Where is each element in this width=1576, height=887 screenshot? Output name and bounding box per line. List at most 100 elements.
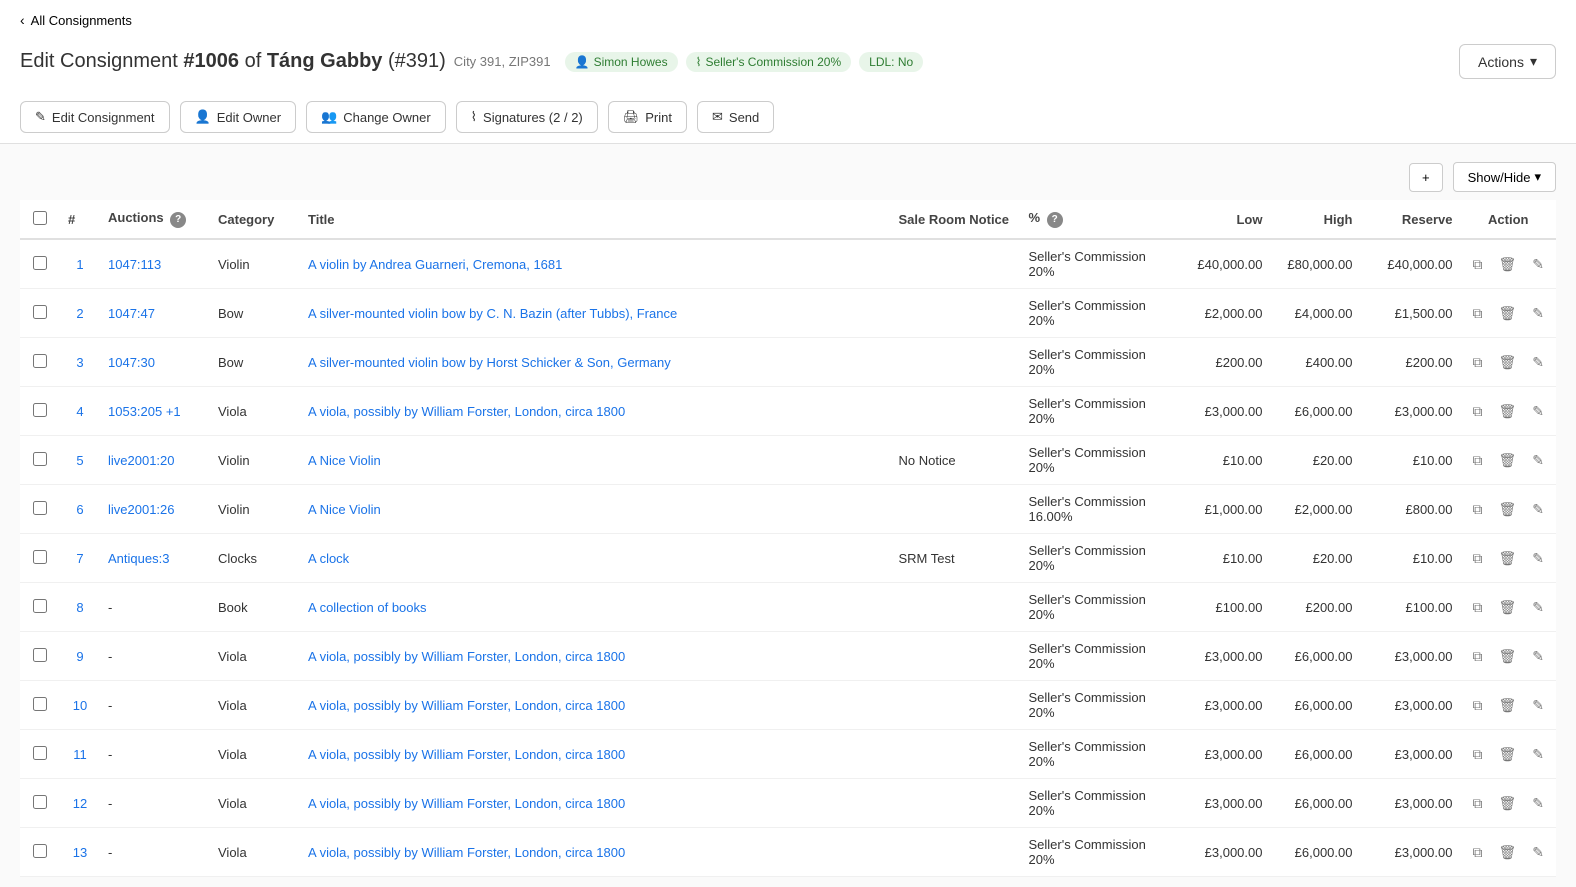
delete-icon[interactable]: 🗑 bbox=[1494, 450, 1520, 471]
row-auction-link[interactable]: 1047:47 bbox=[108, 306, 155, 321]
edit-icon[interactable]: ✎ bbox=[1528, 401, 1548, 422]
delete-icon[interactable]: 🗑 bbox=[1494, 695, 1520, 716]
row-title-link[interactable]: A silver-mounted violin bow by C. N. Baz… bbox=[308, 306, 677, 321]
show-hide-button[interactable]: Show/Hide ▾ bbox=[1453, 162, 1556, 192]
row-checkbox-10[interactable] bbox=[33, 697, 47, 711]
copy-icon[interactable]: ⧉ bbox=[1468, 842, 1486, 863]
row-checkbox-7[interactable] bbox=[33, 550, 47, 564]
copy-icon[interactable]: ⧉ bbox=[1468, 303, 1486, 324]
edit-icon[interactable]: ✎ bbox=[1528, 646, 1548, 667]
delete-icon[interactable]: 🗑 bbox=[1494, 597, 1520, 618]
copy-icon[interactable]: ⧉ bbox=[1468, 254, 1486, 275]
delete-icon[interactable]: 🗑 bbox=[1494, 254, 1520, 275]
actions-dropdown-button[interactable]: Actions ▾ bbox=[1459, 44, 1556, 79]
copy-icon[interactable]: ⧉ bbox=[1468, 548, 1486, 569]
edit-icon[interactable]: ✎ bbox=[1528, 842, 1548, 863]
row-num-link[interactable]: 5 bbox=[76, 453, 83, 468]
delete-icon[interactable]: 🗑 bbox=[1494, 744, 1520, 765]
row-checkbox-11[interactable] bbox=[33, 746, 47, 760]
row-title-link[interactable]: A viola, possibly by William Forster, Lo… bbox=[308, 747, 625, 762]
copy-icon[interactable]: ⧉ bbox=[1468, 744, 1486, 765]
row-checkbox-2[interactable] bbox=[33, 305, 47, 319]
edit-icon[interactable]: ✎ bbox=[1528, 352, 1548, 373]
delete-icon[interactable]: 🗑 bbox=[1494, 303, 1520, 324]
row-num-link[interactable]: 13 bbox=[73, 845, 87, 860]
row-title-link[interactable]: A viola, possibly by William Forster, Lo… bbox=[308, 698, 625, 713]
row-checkbox-1[interactable] bbox=[33, 256, 47, 270]
copy-icon[interactable]: ⧉ bbox=[1468, 499, 1486, 520]
row-checkbox-3[interactable] bbox=[33, 354, 47, 368]
col-header-high: High bbox=[1270, 200, 1360, 239]
row-num-link[interactable]: 9 bbox=[76, 649, 83, 664]
row-num-link[interactable]: 8 bbox=[76, 600, 83, 615]
copy-icon[interactable]: ⧉ bbox=[1468, 695, 1486, 716]
send-button[interactable]: ✉ Send bbox=[697, 101, 774, 133]
delete-icon[interactable]: 🗑 bbox=[1494, 842, 1520, 863]
row-num-link[interactable]: 3 bbox=[76, 355, 83, 370]
delete-icon[interactable]: 🗑 bbox=[1494, 548, 1520, 569]
row-title-link[interactable]: A viola, possibly by William Forster, Lo… bbox=[308, 845, 625, 860]
row-title-link[interactable]: A silver-mounted violin bow by Horst Sch… bbox=[308, 355, 671, 370]
delete-icon[interactable]: 🗑 bbox=[1494, 793, 1520, 814]
delete-icon[interactable]: 🗑 bbox=[1494, 646, 1520, 667]
edit-icon[interactable]: ✎ bbox=[1528, 695, 1548, 716]
edit-consignment-button[interactable]: ✎ Edit Consignment bbox=[20, 101, 170, 133]
row-checkbox-12[interactable] bbox=[33, 795, 47, 809]
row-num-link[interactable]: 10 bbox=[73, 698, 87, 713]
row-auction-link[interactable]: live2001:26 bbox=[108, 502, 175, 517]
row-checkbox-5[interactable] bbox=[33, 452, 47, 466]
copy-icon[interactable]: ⧉ bbox=[1468, 450, 1486, 471]
signatures-button[interactable]: ⌇ Signatures (2 / 2) bbox=[456, 101, 598, 133]
row-title-link[interactable]: A clock bbox=[308, 551, 349, 566]
row-title-link[interactable]: A Nice Violin bbox=[308, 502, 381, 517]
back-link[interactable]: ‹ All Consignments bbox=[0, 0, 1576, 36]
row-num-link[interactable]: 11 bbox=[73, 747, 87, 762]
row-num-link[interactable]: 1 bbox=[76, 257, 83, 272]
edit-owner-button[interactable]: 👤 Edit Owner bbox=[180, 101, 297, 133]
row-auction-link[interactable]: Antiques:3 bbox=[108, 551, 169, 566]
edit-icon[interactable]: ✎ bbox=[1528, 793, 1548, 814]
auctions-help-icon[interactable]: ? bbox=[170, 212, 186, 228]
row-title-link[interactable]: A viola, possibly by William Forster, Lo… bbox=[308, 404, 625, 419]
row-auction-link[interactable]: 1053:205 +1 bbox=[108, 404, 181, 419]
edit-icon[interactable]: ✎ bbox=[1528, 548, 1548, 569]
add-row-button[interactable]: + bbox=[1409, 163, 1443, 192]
copy-icon[interactable]: ⧉ bbox=[1468, 352, 1486, 373]
edit-icon[interactable]: ✎ bbox=[1528, 744, 1548, 765]
row-checkbox-13[interactable] bbox=[33, 844, 47, 858]
row-title: A Nice Violin bbox=[300, 436, 890, 485]
row-checkbox-8[interactable] bbox=[33, 599, 47, 613]
edit-icon[interactable]: ✎ bbox=[1528, 303, 1548, 324]
delete-icon[interactable]: 🗑 bbox=[1494, 499, 1520, 520]
row-title-link[interactable]: A violin by Andrea Guarneri, Cremona, 16… bbox=[308, 257, 562, 272]
delete-icon[interactable]: 🗑 bbox=[1494, 352, 1520, 373]
copy-icon[interactable]: ⧉ bbox=[1468, 793, 1486, 814]
row-checkbox-4[interactable] bbox=[33, 403, 47, 417]
row-num-link[interactable]: 6 bbox=[76, 502, 83, 517]
row-auction-link[interactable]: 1047:113 bbox=[108, 257, 161, 272]
row-title-link[interactable]: A viola, possibly by William Forster, Lo… bbox=[308, 649, 625, 664]
delete-icon[interactable]: 🗑 bbox=[1494, 401, 1520, 422]
pct-help-icon[interactable]: ? bbox=[1047, 212, 1063, 228]
row-title-link[interactable]: A Nice Violin bbox=[308, 453, 381, 468]
print-button[interactable]: 🖨 Print bbox=[608, 101, 687, 133]
select-all-checkbox[interactable] bbox=[33, 211, 47, 225]
row-num-link[interactable]: 4 bbox=[76, 404, 83, 419]
row-checkbox-9[interactable] bbox=[33, 648, 47, 662]
copy-icon[interactable]: ⧉ bbox=[1468, 597, 1486, 618]
edit-icon[interactable]: ✎ bbox=[1528, 450, 1548, 471]
row-srn bbox=[890, 583, 1020, 632]
edit-icon[interactable]: ✎ bbox=[1528, 254, 1548, 275]
row-num: 1 bbox=[60, 239, 100, 289]
copy-icon[interactable]: ⧉ bbox=[1468, 401, 1486, 422]
row-num-link[interactable]: 7 bbox=[76, 551, 83, 566]
row-num-link[interactable]: 2 bbox=[76, 306, 83, 321]
row-auction-link[interactable]: live2001:20 bbox=[108, 453, 175, 468]
edit-icon[interactable]: ✎ bbox=[1528, 499, 1548, 520]
copy-icon[interactable]: ⧉ bbox=[1468, 646, 1486, 667]
edit-icon[interactable]: ✎ bbox=[1528, 597, 1548, 618]
change-owner-button[interactable]: 👥 Change Owner bbox=[306, 101, 446, 133]
row-auction-link[interactable]: 1047:30 bbox=[108, 355, 155, 370]
row-checkbox-6[interactable] bbox=[33, 501, 47, 515]
row-title-link[interactable]: A collection of books bbox=[308, 600, 427, 615]
